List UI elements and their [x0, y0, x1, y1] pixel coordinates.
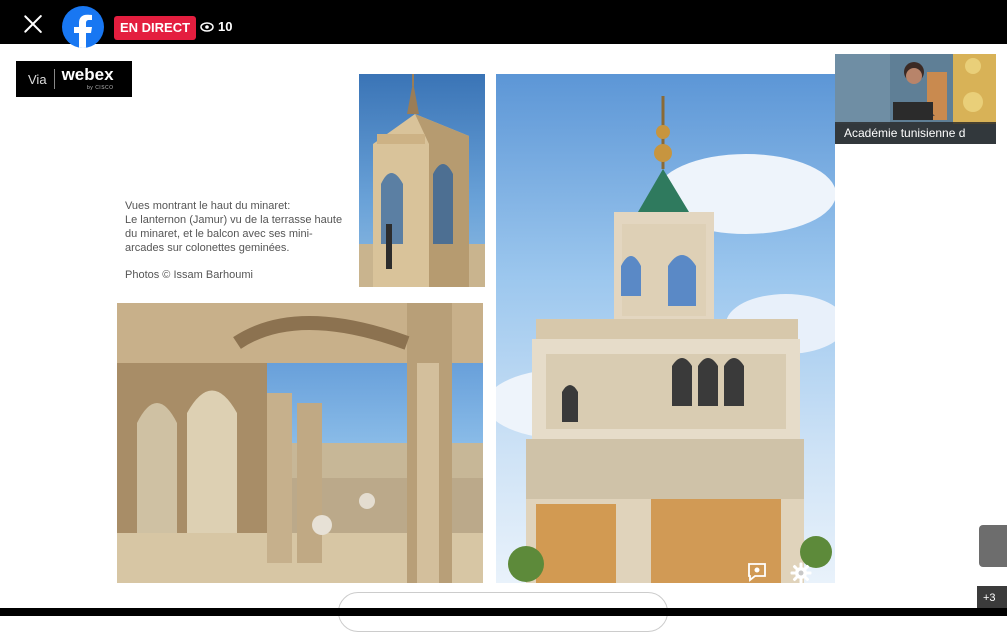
facebook-logo	[62, 6, 104, 48]
caption-line: Le lanternon (Jamur) vu de la terrasse h…	[125, 214, 343, 226]
webex-brand-name: webex	[61, 65, 114, 84]
gear-icon[interactable]	[789, 561, 813, 585]
caption-line: du minaret, et le balcon avec ses mini-	[125, 228, 313, 240]
participant-video[interactable]: Académie tunisienne d	[835, 54, 996, 144]
more-participants-count[interactable]: +3	[983, 592, 996, 604]
side-panel-tab[interactable]	[979, 525, 1007, 567]
webex-brand-sub: by CISCO	[87, 85, 114, 91]
photo-credit: Photos © Issam Barhoumi	[125, 269, 253, 281]
viewer-count: 10	[200, 19, 232, 34]
caption-line: Vues montrant le haut du minaret:	[125, 200, 291, 212]
top-bar: EN DIRECT 10	[0, 0, 1007, 48]
caption-line: arcades sur colonettes geminées.	[125, 242, 290, 254]
minaret-photo	[496, 74, 835, 583]
lantern-photo	[359, 74, 485, 287]
live-badge: EN DIRECT	[114, 16, 197, 40]
participant-name: Académie tunisienne d	[835, 122, 996, 144]
close-icon[interactable]	[22, 13, 44, 35]
slide-caption: Vues montrant le haut du minaret: Le lan…	[125, 199, 350, 282]
webex-divider	[53, 69, 55, 89]
eye-icon	[200, 21, 214, 32]
arcade-photo	[117, 303, 483, 583]
chat-icon[interactable]	[746, 561, 768, 583]
webex-brand: webex by CISCO	[61, 65, 114, 91]
bottom-bar	[0, 608, 1007, 616]
webex-via-label: Via	[28, 71, 47, 87]
webex-badge: Via webex by CISCO	[16, 61, 132, 97]
viewer-count-value: 10	[218, 19, 233, 34]
side-panel-close[interactable]: ×	[981, 565, 987, 577]
